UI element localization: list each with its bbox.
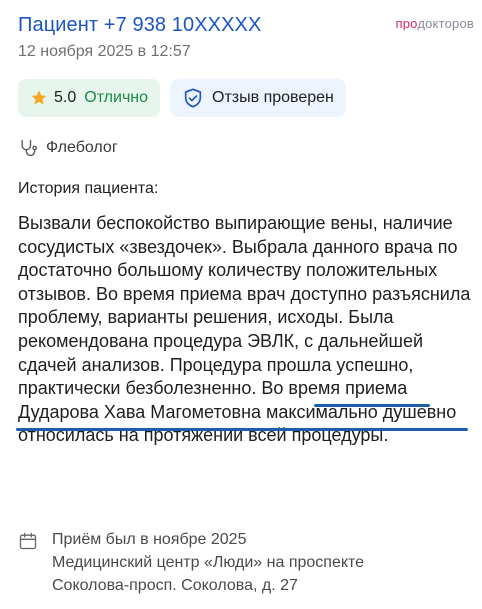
review-header: Пациент +7 938 10XXXXX продокторов 12 но… (18, 0, 474, 66)
review-card: Пациент +7 938 10XXXXX продокторов 12 но… (16, 0, 474, 594)
visit-date: Приём был в ноябре 2025 (52, 531, 247, 548)
clinic-address: Соколова-просп. Соколова, д. 27 (52, 577, 298, 594)
patient-name[interactable]: Пациент +7 938 10XXXXX (18, 14, 261, 37)
star-icon (31, 90, 47, 105)
stethoscope-icon (21, 139, 38, 157)
prodoktorov-logo[interactable]: продокторов (396, 16, 474, 31)
verified-badge[interactable]: Отзыв проверен (170, 79, 346, 117)
review-text: Вызвали беспокойство выпирающие вены, на… (18, 213, 471, 446)
highlight-underline (314, 404, 430, 407)
rating-grade: Отлично (84, 89, 149, 106)
review-date: 12 ноября 2025 в 12:57 (18, 43, 191, 60)
specialty-label: Флеболог (46, 139, 118, 156)
visit-info: Приём был в ноябре 2025 Медицинский цент… (18, 528, 364, 597)
specialty-row: Флеболог (18, 137, 118, 159)
verified-label: Отзыв проверен (212, 89, 334, 106)
visit-details: Приём был в ноябре 2025 Медицинский цент… (52, 528, 364, 597)
shield-check-icon (184, 88, 202, 108)
badges-row: 5.0 Отлично Отзыв проверен (18, 79, 346, 117)
logo-suffix: докторов (417, 16, 474, 31)
logo-prefix: про (395, 16, 418, 31)
rating-score: 5.0 (54, 89, 77, 106)
calendar-icon (19, 532, 37, 550)
clinic-name[interactable]: Медицинский центр «Люди» на проспекте (52, 551, 364, 574)
highlight-underline (16, 428, 468, 431)
rating-badge: 5.0 Отлично (18, 79, 161, 117)
history-title: История пациента: (18, 180, 159, 197)
